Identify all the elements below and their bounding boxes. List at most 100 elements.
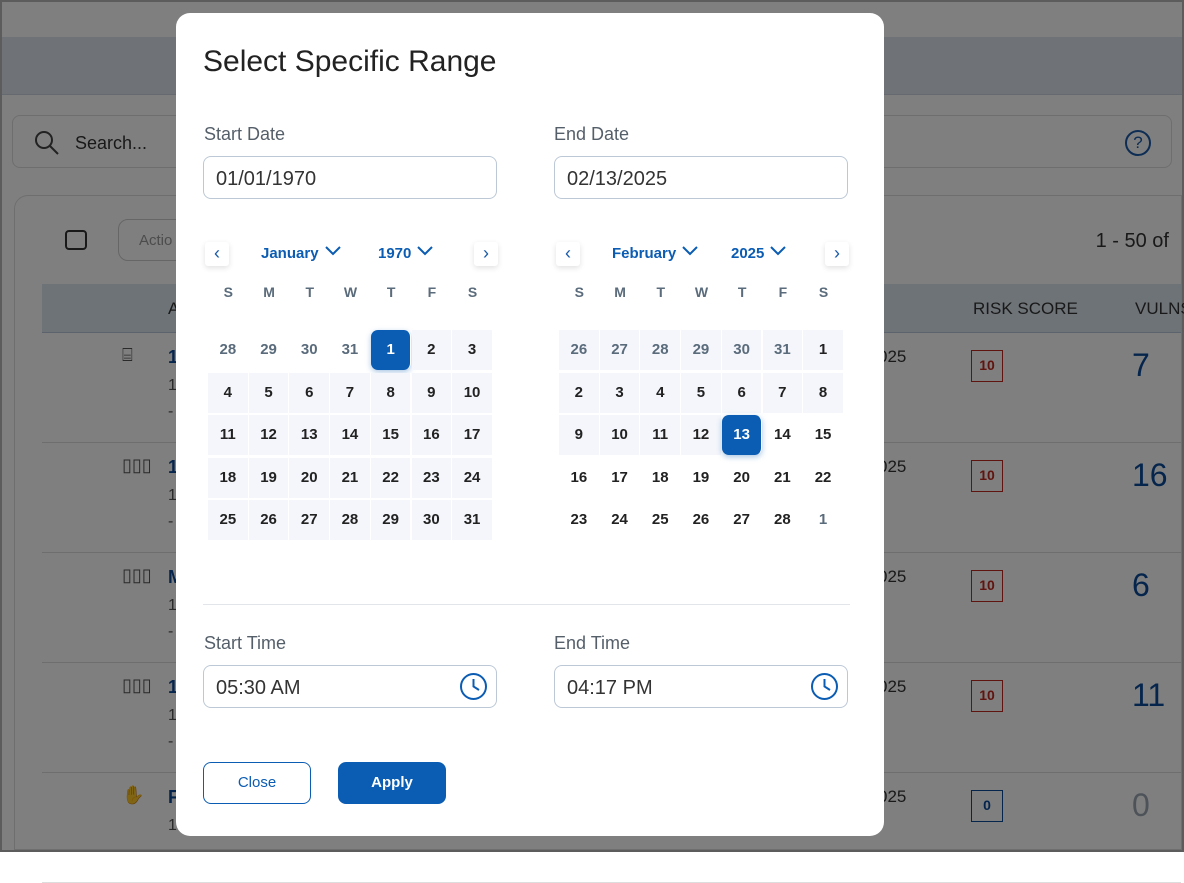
calendar-day[interactable]: 20 [289, 457, 331, 498]
calendar-day[interactable]: 2 [411, 330, 453, 370]
calendar-day[interactable]: 5 [681, 372, 722, 413]
weekday-header: F [778, 284, 788, 300]
calendar-day[interactable]: 25 [640, 500, 682, 540]
calendar-day[interactable]: 28 [330, 500, 371, 540]
calendar-day[interactable]: 27 [722, 500, 763, 540]
chevron-down-icon [319, 245, 341, 262]
calendar-day[interactable]: 3 [452, 330, 493, 370]
close-button[interactable]: Close [203, 762, 311, 804]
calendar-day[interactable]: 4 [640, 372, 682, 413]
calendar-day[interactable]: 5 [248, 372, 290, 413]
clock-icon[interactable] [810, 672, 839, 701]
calendar-day[interactable]: 31 [330, 330, 371, 370]
calendar-day[interactable]: 2 [559, 372, 600, 413]
chevron-down-icon [764, 245, 787, 262]
calendar-day[interactable]: 6 [289, 372, 331, 413]
month-value: February [612, 245, 677, 262]
calendar-day[interactable]: 7 [330, 372, 371, 413]
year-dropdown[interactable]: 1970 [378, 245, 434, 262]
calendar-day[interactable]: 24 [600, 500, 641, 540]
calendar-day[interactable]: 19 [681, 457, 722, 498]
prev-month-button[interactable]: ‹ [556, 242, 580, 266]
calendar-day[interactable]: 8 [803, 372, 844, 413]
chevron-down-icon [676, 245, 698, 262]
next-month-button[interactable]: › [825, 242, 849, 266]
start-date-input[interactable]: 01/01/1970 [203, 156, 497, 199]
calendar-day[interactable]: 10 [452, 372, 493, 413]
calendar-day[interactable]: 22 [803, 457, 844, 498]
calendar-day[interactable]: 29 [249, 330, 290, 370]
calendar-day[interactable]: 24 [452, 457, 493, 498]
next-month-button[interactable]: › [474, 242, 498, 266]
calendar-day[interactable]: 25 [208, 500, 249, 540]
weekday-header: T [656, 284, 666, 300]
calendar-day[interactable]: 30 [721, 330, 763, 370]
calendar-day[interactable]: 19 [248, 457, 290, 498]
calendar-day[interactable]: 20 [722, 457, 763, 498]
calendar-day[interactable]: 11 [640, 415, 682, 455]
calendar-day[interactable]: 14 [763, 415, 804, 455]
end-time-input[interactable]: 04:17 PM [554, 665, 848, 708]
year-value: 1970 [378, 245, 412, 262]
weekday-header: F [427, 284, 437, 300]
calendar-day[interactable]: 14 [330, 415, 371, 455]
calendar-day[interactable]: 26 [559, 330, 600, 370]
start-time-label: Start Time [204, 633, 287, 653]
calendar-day[interactable]: 16 [411, 415, 453, 455]
apply-button[interactable]: Apply [338, 762, 446, 804]
calendar-day[interactable]: 15 [370, 415, 412, 455]
calendar-day[interactable]: 26 [248, 500, 290, 540]
calendar-day[interactable]: 31 [762, 330, 804, 370]
calendar-day[interactable]: 21 [330, 457, 371, 498]
end-date-input[interactable]: 02/13/2025 [554, 156, 848, 199]
month-dropdown[interactable]: February [612, 245, 698, 262]
calendar-day[interactable]: 27 [599, 330, 641, 370]
calendar-day[interactable]: 26 [681, 500, 722, 540]
weekday-header: M [263, 284, 275, 300]
calendar-day[interactable]: 23 [411, 457, 453, 498]
calendar-day[interactable]: 23 [559, 500, 600, 540]
weekday-header: S [223, 284, 234, 300]
dialog-title: Select Specific Range [203, 45, 497, 78]
selected-day[interactable]: 1 [370, 330, 412, 370]
calendar-day[interactable]: 11 [208, 415, 249, 455]
calendar-day[interactable]: 12 [681, 415, 722, 455]
calendar-day[interactable]: 7 [762, 372, 804, 413]
calendar-day[interactable]: 18 [208, 457, 249, 498]
calendar-day[interactable]: 17 [600, 457, 641, 498]
calendar-day[interactable]: 30 [411, 500, 453, 540]
calendar-day[interactable]: 9 [411, 372, 453, 413]
calendar-day[interactable]: 28 [763, 500, 804, 540]
calendar-day[interactable]: 6 [721, 372, 763, 413]
start-time-input[interactable]: 05:30 AM [203, 665, 497, 708]
calendar-day[interactable]: 30 [289, 330, 331, 370]
calendar-day[interactable]: 9 [559, 415, 600, 455]
calendar-day[interactable]: 4 [208, 372, 249, 413]
calendar-day[interactable]: 3 [599, 372, 641, 413]
calendar-day[interactable]: 27 [289, 500, 331, 540]
calendar-day[interactable]: 13 [289, 415, 331, 455]
calendar-day[interactable]: 17 [452, 415, 493, 455]
calendar-day[interactable]: 31 [452, 500, 493, 540]
calendar-day[interactable]: 28 [640, 330, 682, 370]
calendar-day[interactable]: 16 [559, 457, 600, 498]
calendar-day[interactable]: 18 [640, 457, 682, 498]
clock-icon[interactable] [459, 672, 488, 701]
prev-month-button[interactable]: ‹ [205, 242, 229, 266]
calendar-day[interactable]: 29 [681, 330, 722, 370]
calendar-day[interactable]: 1 [803, 330, 844, 370]
year-dropdown[interactable]: 2025 [731, 245, 787, 262]
calendar-day[interactable]: 8 [370, 372, 412, 413]
calendar-day[interactable]: 10 [599, 415, 641, 455]
weekday-header: S [467, 284, 478, 300]
calendar-day[interactable]: 1 [803, 500, 844, 540]
calendar-day[interactable]: 15 [803, 415, 844, 455]
selected-day[interactable]: 13 [721, 415, 763, 455]
end-date-label: End Date [554, 124, 630, 144]
calendar-day[interactable]: 12 [248, 415, 290, 455]
calendar-day[interactable]: 28 [208, 330, 249, 370]
calendar-day[interactable]: 22 [370, 457, 412, 498]
month-dropdown[interactable]: January [261, 245, 341, 262]
calendar-day[interactable]: 29 [370, 500, 412, 540]
calendar-day[interactable]: 21 [763, 457, 804, 498]
